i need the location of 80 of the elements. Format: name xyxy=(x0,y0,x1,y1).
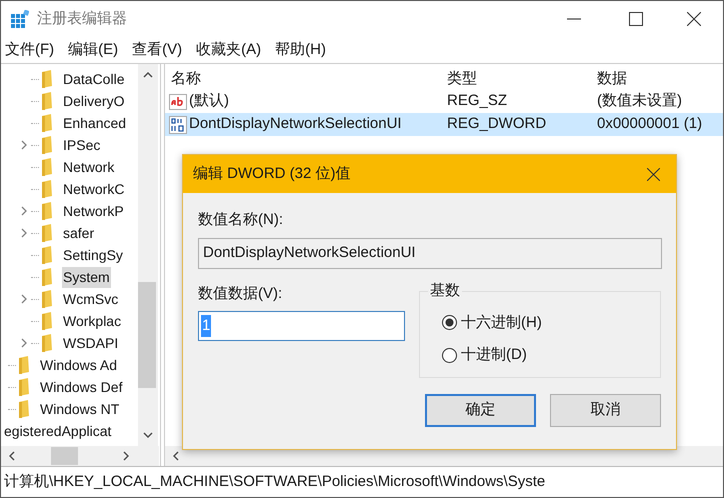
value-row[interactable]: (默认) REG_SZ (数值未设置) xyxy=(165,90,723,113)
field-label: 数值数据(V): xyxy=(198,284,284,304)
scroll-left-icon[interactable] xyxy=(9,451,15,461)
close-icon[interactable] xyxy=(687,12,701,26)
tree-item[interactable]: safer xyxy=(62,222,96,244)
folder-icon xyxy=(41,202,53,220)
folder-icon xyxy=(41,70,53,88)
value-name-field: DontDisplayNetworkSelectionUI xyxy=(198,238,662,268)
folder-icon xyxy=(41,334,53,352)
folder-icon xyxy=(18,378,30,396)
folder-icon xyxy=(41,180,53,198)
folder-icon xyxy=(41,290,53,308)
tree-item[interactable]: NetworkC xyxy=(62,178,126,200)
value-data: (数值未设置) xyxy=(596,91,683,112)
folder-icon xyxy=(41,224,53,242)
folder-icon xyxy=(41,114,53,132)
registry-app-icon xyxy=(11,10,29,28)
menu-item[interactable]: 文件(F) xyxy=(5,38,54,62)
close-icon[interactable] xyxy=(647,168,660,180)
tree-item[interactable]: Network xyxy=(62,156,116,178)
folder-icon xyxy=(18,400,30,418)
dialog-button[interactable]: 确定 xyxy=(425,394,536,426)
tree-item[interactable]: DeliveryO xyxy=(62,90,126,112)
dialog-button[interactable]: 取消 xyxy=(550,394,661,426)
scroll-down-icon[interactable] xyxy=(143,432,153,438)
value-name: DontDisplayNetworkSelectionUI xyxy=(189,114,402,134)
folder-icon xyxy=(41,158,53,176)
folder-icon xyxy=(41,246,53,264)
tree-item[interactable]: IPSec xyxy=(62,134,102,156)
menu-item[interactable]: 收藏夹(A) xyxy=(196,38,262,62)
tree-item[interactable]: Enhanced xyxy=(62,112,128,134)
field-label: 数值名称(N): xyxy=(198,210,284,230)
string-value-icon xyxy=(169,94,187,110)
value-data: 0x00000001 (1) xyxy=(596,114,704,134)
horizontal-scrollbar[interactable] xyxy=(1,446,159,466)
status-path: 计算机\HKEY_LOCAL_MACHINE\SOFTWARE\Policies\Microsoft\Windows\Syste xyxy=(4,472,546,492)
scroll-right-icon[interactable] xyxy=(123,451,129,461)
value-type: REG_SZ xyxy=(446,91,508,112)
tree-item[interactable]: Windows NT xyxy=(39,398,120,420)
tree-item[interactable]: Workplac xyxy=(62,310,122,332)
expand-icon[interactable] xyxy=(21,140,27,150)
tree-item[interactable]: WSDAPI xyxy=(62,332,120,354)
folder-icon xyxy=(41,268,53,286)
expand-icon[interactable] xyxy=(21,294,27,304)
scrollbar-thumb[interactable] xyxy=(138,282,156,388)
dialog-title: 编辑 DWORD (32 位)值 xyxy=(193,164,350,184)
folder-icon xyxy=(18,356,30,374)
value-name: (默认) xyxy=(189,91,229,112)
menu-item[interactable]: 查看(V) xyxy=(132,38,182,62)
selected-text: 1 xyxy=(201,314,212,338)
folder-icon xyxy=(41,136,53,154)
value-type: REG_DWORD xyxy=(446,114,548,134)
vertical-scrollbar[interactable] xyxy=(138,64,158,446)
column-header[interactable]: 类型 xyxy=(441,68,591,90)
scrollbar-thumb[interactable] xyxy=(51,447,78,465)
tree-item[interactable]: SettingSy xyxy=(62,244,124,266)
value-row[interactable]: DontDisplayNetworkSelectionUI REG_DWORD 0x00000001 (1) xyxy=(165,113,723,136)
tree-item[interactable]: System xyxy=(62,266,111,288)
expand-icon[interactable] xyxy=(21,206,27,216)
expand-icon[interactable] xyxy=(21,338,27,348)
menu-item[interactable]: 帮助(H) xyxy=(275,38,326,62)
tree-item[interactable]: DataColle xyxy=(62,68,126,90)
menu-item[interactable]: 编辑(E) xyxy=(68,38,118,62)
tree-item[interactable]: WcmSvc xyxy=(62,288,120,310)
folder-icon xyxy=(41,92,53,110)
tree-item[interactable]: NetworkP xyxy=(62,200,125,222)
column-header[interactable]: 数据 xyxy=(591,68,721,90)
radio-option[interactable]: 十进制(D) xyxy=(442,344,527,366)
scroll-left-icon[interactable] xyxy=(173,451,179,461)
tree-item[interactable]: Windows Ad xyxy=(39,354,118,376)
expand-icon[interactable] xyxy=(21,228,27,238)
scroll-up-icon[interactable] xyxy=(143,72,153,78)
column-header[interactable]: 名称 xyxy=(165,68,441,90)
radio-option[interactable]: 十六进制(H) xyxy=(442,312,542,334)
maximize-icon[interactable] xyxy=(629,12,643,26)
folder-icon xyxy=(41,312,53,330)
tree-item[interactable]: egisteredApplicat xyxy=(3,420,112,442)
tree-item[interactable]: Windows Def xyxy=(39,376,124,398)
window-title: 注册表编辑器 xyxy=(37,8,127,29)
binary-value-icon xyxy=(169,116,187,134)
